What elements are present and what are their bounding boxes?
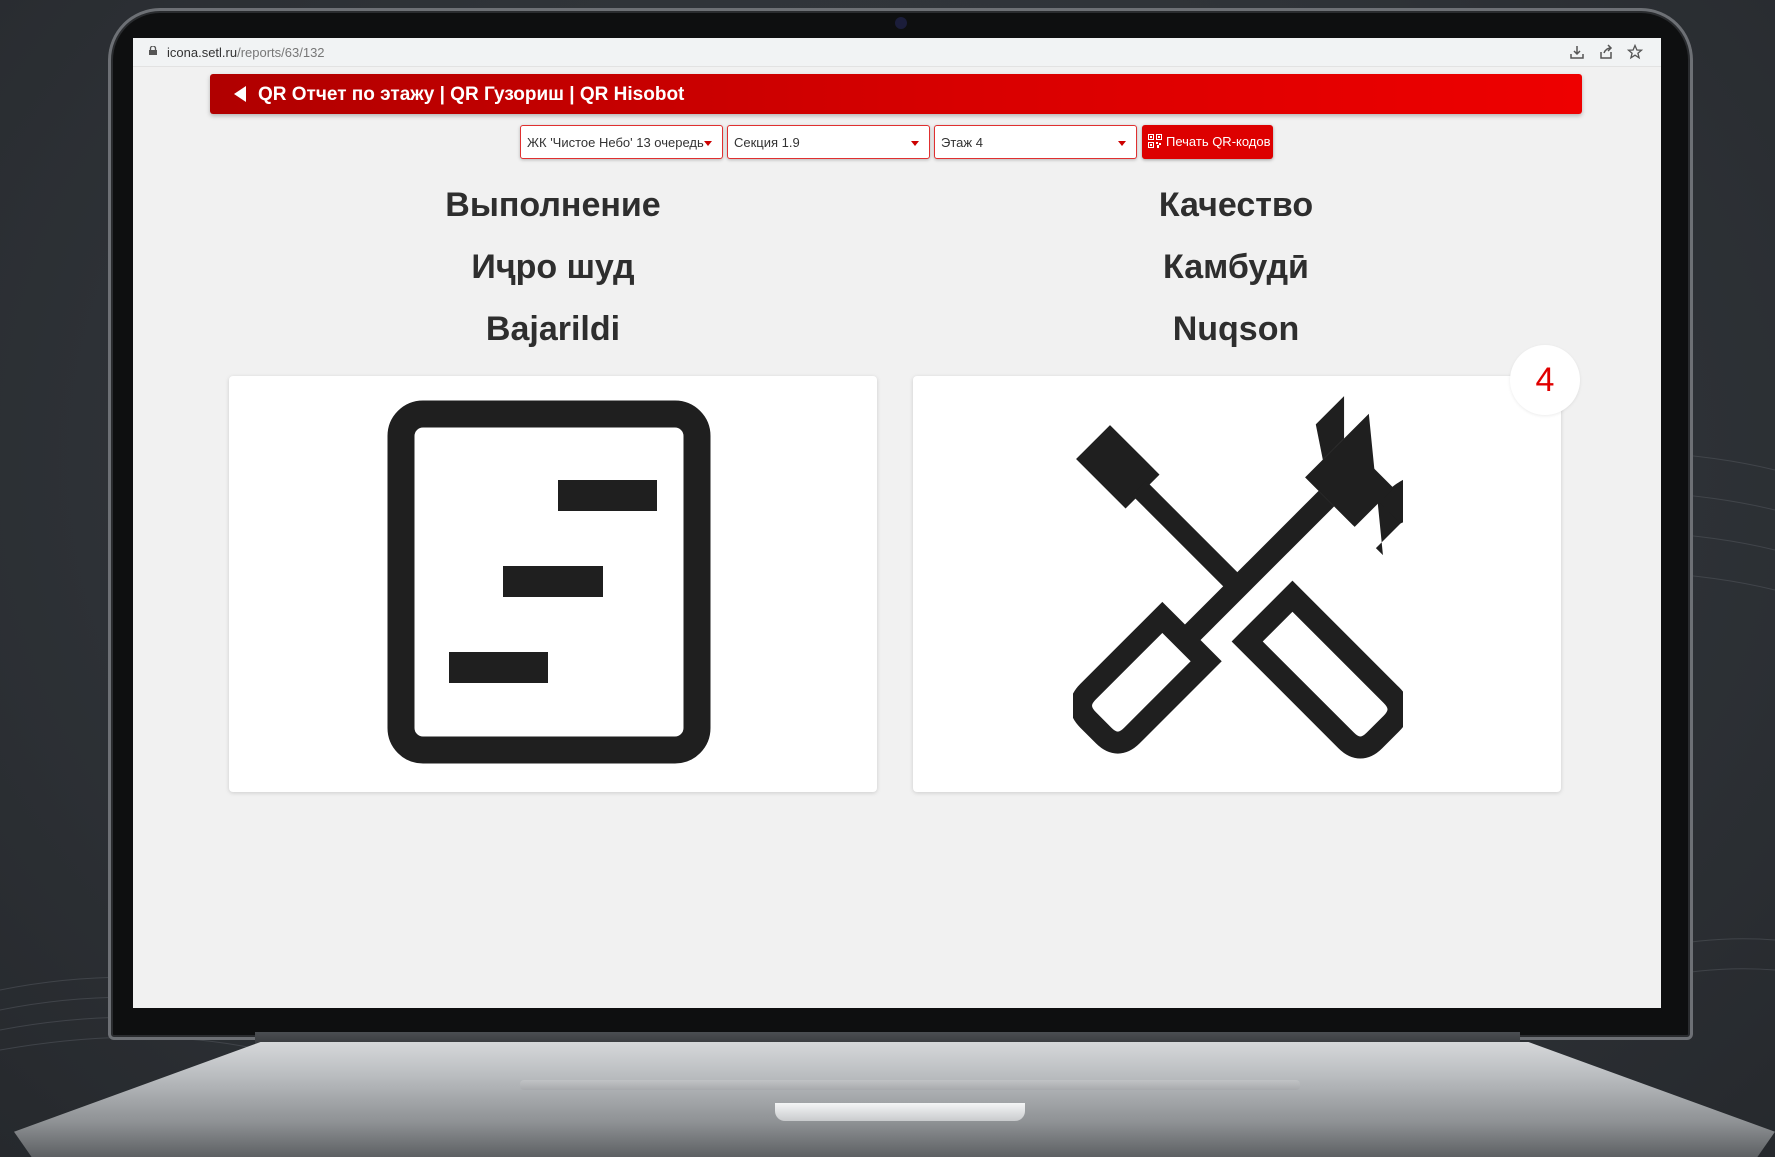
share-icon[interactable] [1598,44,1614,60]
chevron-down-icon [911,141,919,146]
column-title-quality-uz: Nuqson [1172,310,1300,348]
project-select[interactable]: ЖК 'Чистое Небо' 13 очередь [520,125,723,159]
print-qr-button[interactable]: Печать QR-кодов [1142,125,1273,159]
laptop-groove [520,1080,1300,1090]
address-bar[interactable]: icona.setl.ru/reports/63/132 [133,38,1661,67]
url-path: /reports/63/132 [237,45,325,60]
print-qr-label: Печать QR-кодов [1166,134,1271,149]
laptop-base [14,1042,1775,1157]
qr-code-icon [1148,134,1162,148]
execution-card[interactable] [229,376,877,792]
project-select-value: ЖК 'Чистое Небо' 13 очередь [527,135,704,150]
column-title-quality-ru: Качество [1158,186,1314,224]
install-icon[interactable] [1569,44,1585,60]
laptop-notch [775,1103,1025,1121]
star-icon[interactable] [1627,44,1643,60]
chevron-down-icon [1118,141,1126,146]
webcam-icon [895,17,907,29]
floor-select-value: Этаж 4 [941,135,983,150]
page-header: QR Отчет по этажу | QR Гузориш | QR Hiso… [210,74,1582,114]
document-list-icon [387,400,711,764]
column-title-execution-tj: Иҷро шуд [471,248,635,286]
floor-select[interactable]: Этаж 4 [934,125,1137,159]
defect-count-badge: 4 [1510,345,1580,415]
lock-icon [149,46,157,55]
section-select-value: Секция 1.9 [734,135,800,150]
column-title-quality-tj: Камбудӣ [1163,248,1309,286]
url-host: icona.setl.ru [167,45,238,60]
url-text[interactable]: icona.setl.ru/reports/63/132 [167,45,325,60]
browser-screen: icona.setl.ru/reports/63/132 QR Отчет по… [133,38,1661,1008]
tools-icon [1073,396,1403,759]
chevron-down-icon [704,141,712,146]
section-select[interactable]: Секция 1.9 [727,125,930,159]
page-title: QR Отчет по этажу | QR Гузориш | QR Hiso… [258,84,685,105]
back-arrow-icon[interactable] [234,86,246,102]
column-title-execution-ru: Выполнение [445,186,661,224]
column-title-execution-uz: Bajarildi [485,310,621,348]
quality-card[interactable] [913,376,1561,792]
